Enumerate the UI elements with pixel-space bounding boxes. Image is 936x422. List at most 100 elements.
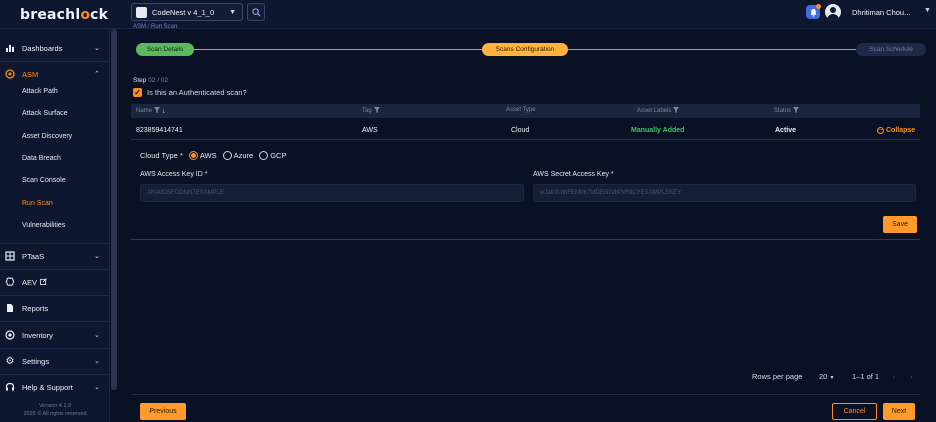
access-key-label: AWS Access Key ID * [140, 171, 208, 178]
sidebar-item-ptaas[interactable]: PTaaS ⌄ [0, 245, 110, 267]
sidebar: Dashboards ⌄ ASM ⌃ Attack Path Attack Su… [0, 29, 110, 422]
sidebar-item-help-support[interactable]: Help & Support ⌄ [0, 376, 110, 398]
notifications-button[interactable] [806, 4, 821, 19]
radio-azure-label[interactable]: Azure [234, 151, 254, 160]
divider [0, 374, 110, 375]
sidebar-subitem-attack-path[interactable]: Attack Path [22, 88, 58, 95]
sidebar-item-label: Dashboards [22, 43, 63, 53]
column-header-tag[interactable]: Tag [362, 107, 380, 115]
sidebar-subitem-data-breach[interactable]: Data Breach [22, 155, 61, 162]
caret-down-icon: ▼ [829, 375, 835, 381]
access-key-input[interactable]: AKIAIOSFODNN7EXAMPLE [140, 184, 524, 202]
gear-icon: ⚙ [5, 355, 15, 367]
column-header-asset-labels[interactable]: Asset Labels [637, 107, 680, 115]
target-icon [5, 69, 15, 79]
step-scans-configuration[interactable]: Scans Configuration [482, 43, 568, 56]
prev-page-icon[interactable]: ‹ [893, 372, 896, 381]
collapse-button[interactable]: — Collapse [877, 127, 915, 134]
sidebar-item-label: Settings [22, 356, 50, 366]
filter-icon[interactable] [793, 107, 800, 115]
filter-icon[interactable] [373, 107, 380, 115]
copyright-label: 2025 © All rights reserved [23, 411, 87, 417]
document-icon [5, 303, 15, 313]
sidebar-item-asm[interactable]: ASM ⌃ [0, 63, 110, 85]
project-select[interactable]: CodeNest v 4_1_0 ▼ [131, 3, 243, 21]
sidebar-scrollbar[interactable] [111, 29, 117, 390]
sidebar-item-reports[interactable]: Reports [0, 297, 110, 319]
divider [0, 269, 110, 270]
divider [0, 243, 110, 244]
notification-dot [816, 4, 821, 9]
step-indicator: Step 02 / 02 [133, 77, 169, 84]
user-menu-chevron-icon[interactable]: ▼ [924, 7, 931, 14]
divider [131, 239, 920, 240]
inventory-icon [5, 330, 15, 340]
authenticated-scan-row[interactable]: ✓ Is this an Authenticated scan? [133, 88, 247, 97]
rows-per-page-label: Rows per page [752, 372, 803, 381]
sidebar-item-inventory[interactable]: Inventory ⌄ [0, 324, 110, 346]
radio-gcp-label[interactable]: GCP [270, 151, 286, 160]
sidebar-item-label: PTaaS [22, 251, 45, 261]
column-header-name[interactable]: Name ↓ [136, 107, 166, 115]
user-avatar[interactable] [825, 4, 841, 20]
search-button[interactable] [247, 3, 265, 21]
divider [0, 321, 110, 322]
pagination-range: 1–1 of 1 [852, 372, 880, 381]
sidebar-subitem-run-scan[interactable]: Run Scan [22, 200, 53, 207]
secret-key-label: AWS Secret Access Key * [533, 171, 614, 178]
divider [0, 61, 110, 62]
filter-icon[interactable] [154, 107, 161, 115]
sidebar-item-label: AEV [22, 277, 38, 287]
authenticated-scan-label: Is this an Authenticated scan? [147, 88, 247, 97]
radio-aws-label[interactable]: AWS [200, 151, 217, 160]
breadcrumb[interactable]: ASM / Run Scan [133, 24, 177, 30]
chart-icon [5, 43, 15, 53]
username[interactable]: Dhritiman Chou... [852, 8, 910, 17]
previous-button[interactable]: Previous [140, 403, 186, 420]
project-select-label: CodeNest v 4_1_0 [152, 7, 215, 17]
step-scan-schedule[interactable]: Scan Schedule [856, 43, 926, 56]
next-page-icon[interactable]: › [910, 372, 913, 381]
chevron-down-icon: ⌄ [94, 253, 100, 260]
headset-icon [5, 382, 15, 392]
authenticated-scan-checkbox[interactable]: ✓ [133, 88, 142, 97]
stepper-connector [568, 49, 856, 50]
chevron-down-icon: ⌄ [94, 358, 100, 365]
sidebar-subitem-vulnerabilities[interactable]: Vulnerabilities [22, 222, 65, 229]
cell-tag: AWS [362, 127, 378, 134]
sidebar-item-label: Help & Support [22, 382, 73, 392]
bell-icon [809, 8, 817, 17]
rows-per-page-select[interactable]: 20 ▼ [819, 372, 834, 381]
next-button[interactable]: Next [883, 403, 915, 420]
step-scan-details[interactable]: Scan Details [136, 43, 194, 56]
table-row[interactable]: 823859414741 AWS Cloud Manually Added Ac… [131, 122, 920, 140]
cloud-type-label: Cloud Type * [140, 151, 183, 160]
cloud-type-group: Cloud Type * AWS Azure GCP [140, 151, 286, 160]
sidebar-item-settings[interactable]: ⚙ Settings ⌄ [0, 350, 110, 372]
sort-arrow-icon[interactable]: ↓ [162, 108, 166, 115]
cell-asset-labels: Manually Added [631, 127, 685, 134]
filter-icon[interactable] [673, 107, 680, 115]
sidebar-subitem-asset-discovery[interactable]: Asset Discovery [22, 133, 72, 140]
sidebar-item-label: Inventory [22, 330, 53, 340]
save-button[interactable]: Save [883, 216, 917, 233]
cell-status: Active [775, 127, 797, 134]
column-header-status[interactable]: Status [774, 107, 800, 115]
sidebar-subitem-scan-console[interactable]: Scan Console [22, 177, 66, 184]
search-icon [251, 7, 261, 17]
sidebar-subitem-attack-surface[interactable]: Attack Surface [22, 110, 68, 117]
secret-key-input[interactable]: wJalrXUtnFEMI/K7MDENG/bPxRfiCYEXAMPLEKEY [533, 184, 916, 202]
divider [131, 394, 920, 395]
radio-aws[interactable] [188, 151, 198, 160]
column-header-asset-type: Asset Type [506, 107, 536, 113]
brand-logo[interactable]: breachlock [20, 7, 108, 23]
sidebar-item-dashboards[interactable]: Dashboards ⌄ [0, 37, 110, 59]
version-label: Version 4.1.8 [38, 403, 72, 409]
sidebar-item-aev[interactable]: AEV [0, 271, 110, 293]
divider [0, 348, 110, 349]
radio-azure[interactable] [222, 151, 232, 160]
cancel-button[interactable]: Cancel [832, 403, 877, 420]
stepper-connector [194, 49, 482, 50]
radio-gcp[interactable] [259, 151, 269, 160]
chevron-up-icon: ⌃ [94, 71, 100, 78]
